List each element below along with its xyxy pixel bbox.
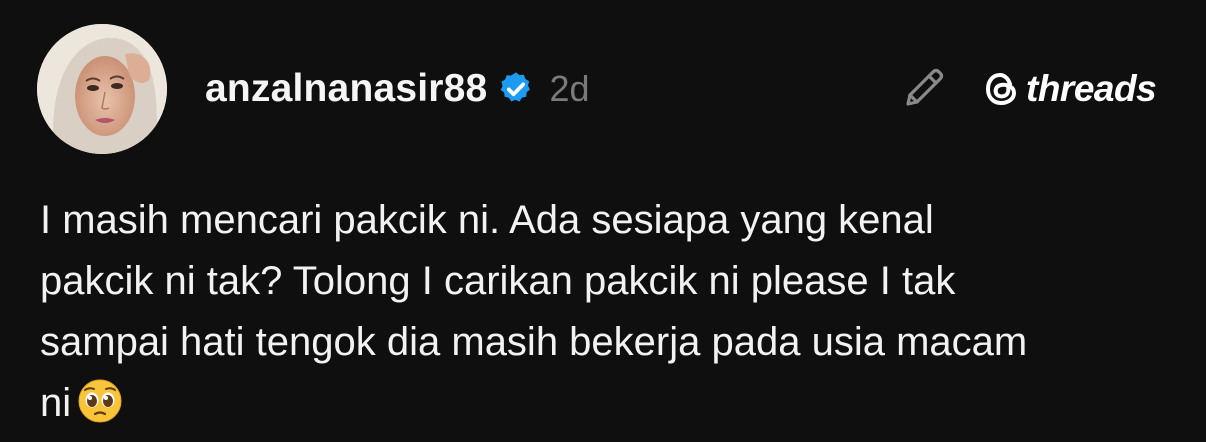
avatar[interactable] [37,24,167,154]
brand-label: threads [1026,68,1157,109]
pencil-icon[interactable] [898,62,950,114]
threads-post-card: anzalnanasir88 2d threads I masih mencar… [0,0,1206,440]
username[interactable]: anzalnanasir88 [205,67,487,111]
post-text: I masih mencari pakcik ni. Ada sesiapa y… [40,198,1028,425]
post-header: anzalnanasir88 2d [205,64,590,114]
verified-badge-icon [497,70,535,108]
pleading-face-icon [77,378,123,424]
threads-brand: threads [982,66,1157,112]
post-body: I masih mencari pakcik ni. Ada sesiapa y… [40,190,1180,434]
avatar-image [37,24,167,154]
post-timestamp: 2d [549,68,590,109]
threads-logo-icon [982,69,1022,109]
